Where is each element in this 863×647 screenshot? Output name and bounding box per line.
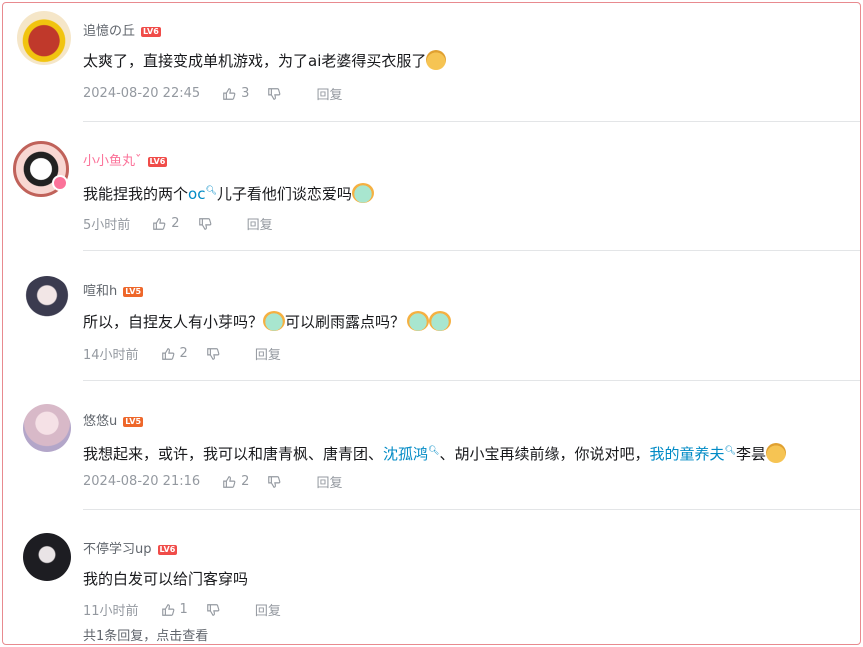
reply-button[interactable]: 回复 bbox=[255, 344, 281, 363]
dislike-button[interactable] bbox=[198, 217, 217, 231]
like-button[interactable]: 2 bbox=[152, 216, 180, 231]
thumb-up-icon bbox=[223, 475, 236, 488]
thumb-down-icon bbox=[268, 87, 281, 100]
comment-text: 所以，自捏友人有小芽吗？ 可以刷雨露点吗？ bbox=[83, 311, 452, 333]
comment-panel: 追憶の丘 LV6 太爽了，直接变成单机游戏，为了ai老婆得买衣服了 2024-08… bbox=[2, 2, 861, 645]
comment-body: 太爽了，直接变成单机游戏，为了ai老婆得买衣服了 bbox=[83, 52, 427, 70]
comment-body: 我能捏我的两个 bbox=[83, 185, 189, 203]
reply-button[interactable]: 回复 bbox=[247, 214, 273, 233]
like-count: 1 bbox=[179, 602, 188, 617]
comment-meta: 14小时前 2 回复 bbox=[83, 344, 281, 363]
username-row: 悠悠u LV5 bbox=[83, 410, 144, 429]
dislike-button[interactable] bbox=[206, 603, 225, 617]
timestamp: 2024-08-20 21:16 bbox=[83, 474, 201, 489]
comment-text: 我的白发可以给门客穿吗 bbox=[83, 568, 248, 590]
like-button[interactable]: 2 bbox=[222, 474, 249, 489]
like-button[interactable]: 1 bbox=[161, 602, 188, 617]
username-row: 不停学习up LV6 bbox=[83, 538, 178, 557]
comment-meta: 2024-08-20 21:16 2 回复 bbox=[83, 472, 342, 491]
like-count: 2 bbox=[241, 474, 250, 489]
level-badge: LV6 bbox=[141, 26, 161, 37]
search-link[interactable]: 沈孤鸿 bbox=[383, 445, 428, 463]
search-link[interactable]: 我的童养夫 bbox=[649, 445, 724, 463]
thumb-up-icon bbox=[153, 217, 166, 230]
thumb-down-icon bbox=[198, 217, 211, 230]
cat-emoji-icon bbox=[263, 311, 286, 331]
cat-emoji-icon bbox=[407, 311, 430, 331]
comment-body: 、胡小宝再续前缘，你说对吧， bbox=[439, 445, 650, 463]
dislike-button[interactable] bbox=[267, 87, 286, 101]
like-count: 2 bbox=[171, 216, 180, 231]
search-icon: 🔍︎ bbox=[205, 186, 217, 196]
level-badge: LV6 bbox=[147, 156, 168, 167]
timestamp: 11小时前 bbox=[83, 604, 139, 619]
avatar[interactable] bbox=[23, 276, 71, 324]
reply-button[interactable]: 回复 bbox=[316, 84, 342, 103]
timestamp: 5小时前 bbox=[83, 218, 131, 233]
avatar[interactable] bbox=[17, 11, 71, 65]
comment-text: 我想起来，或许，我可以和唐青枫、唐青团、沈孤鸿🔍︎、胡小宝再续前缘，你说对吧，我… bbox=[83, 440, 786, 465]
view-replies-link[interactable]: 共1条回复，点击查看 bbox=[83, 625, 208, 644]
cat-emoji-icon bbox=[429, 311, 452, 331]
comment-meta: 11小时前 1 回复 bbox=[83, 600, 281, 619]
username[interactable]: 悠悠u bbox=[83, 414, 117, 429]
avatar[interactable] bbox=[23, 533, 71, 581]
username[interactable]: 小小鱼丸ˇ bbox=[83, 154, 142, 169]
thumb-up-icon bbox=[223, 87, 236, 100]
cat-emoji-icon bbox=[765, 443, 786, 463]
comment-text: 太爽了，直接变成单机游戏，为了ai老婆得买衣服了 bbox=[83, 50, 447, 72]
comment-body: 李昙 bbox=[735, 445, 766, 463]
username[interactable]: 追憶の丘 bbox=[83, 24, 135, 39]
username[interactable]: 不停学习up bbox=[83, 542, 152, 557]
username[interactable]: 喧和h bbox=[83, 284, 117, 299]
username-row: 喧和h LV5 bbox=[83, 280, 144, 299]
dislike-button[interactable] bbox=[267, 475, 286, 489]
level-badge: LV5 bbox=[123, 286, 144, 297]
like-button[interactable]: 3 bbox=[222, 86, 249, 101]
thumb-up-icon bbox=[161, 347, 174, 360]
thumb-down-icon bbox=[207, 347, 220, 360]
dog-emoji-icon bbox=[426, 50, 447, 70]
thumb-up-icon bbox=[161, 603, 174, 616]
divider bbox=[83, 250, 860, 251]
level-badge: LV6 bbox=[157, 544, 178, 555]
timestamp: 2024-08-20 22:45 bbox=[83, 86, 201, 101]
comment-meta: 2024-08-20 22:45 3 回复 bbox=[83, 84, 342, 103]
reply-button[interactable]: 回复 bbox=[316, 472, 342, 491]
level-badge: LV5 bbox=[123, 416, 144, 427]
divider bbox=[83, 121, 860, 122]
comment-body: 儿子看他们谈恋爱吗 bbox=[216, 185, 352, 203]
search-icon: 🔍︎ bbox=[724, 446, 736, 456]
like-count: 3 bbox=[241, 86, 250, 101]
username-row: 小小鱼丸ˇ LV6 bbox=[83, 150, 168, 169]
timestamp: 14小时前 bbox=[83, 348, 139, 363]
avatar-badge bbox=[52, 175, 68, 191]
comment-meta: 5小时前 2 回复 bbox=[83, 214, 273, 233]
comment-body: 我的白发可以给门客穿吗 bbox=[83, 570, 249, 588]
username-row: 追憶の丘 LV6 bbox=[83, 20, 161, 39]
divider bbox=[83, 509, 860, 510]
cat-emoji-icon bbox=[351, 183, 374, 203]
comment-body: 可以刷雨露点吗？ bbox=[285, 313, 406, 331]
dislike-button[interactable] bbox=[206, 347, 225, 361]
search-icon: 🔍︎ bbox=[428, 446, 440, 456]
search-link[interactable]: oc bbox=[188, 185, 205, 203]
thumb-down-icon bbox=[268, 475, 281, 488]
like-button[interactable]: 2 bbox=[161, 346, 188, 361]
like-count: 2 bbox=[179, 346, 188, 361]
divider bbox=[83, 380, 860, 381]
comment-text: 我能捏我的两个oc🔍︎儿子看他们谈恋爱吗 bbox=[83, 180, 374, 205]
comment-body: 所以，自捏友人有小芽吗？ bbox=[83, 313, 264, 331]
reply-button[interactable]: 回复 bbox=[255, 600, 281, 619]
thumb-down-icon bbox=[207, 603, 220, 616]
avatar[interactable] bbox=[23, 404, 71, 452]
comment-body: 我想起来，或许，我可以和唐青枫、唐青团、 bbox=[83, 445, 384, 463]
